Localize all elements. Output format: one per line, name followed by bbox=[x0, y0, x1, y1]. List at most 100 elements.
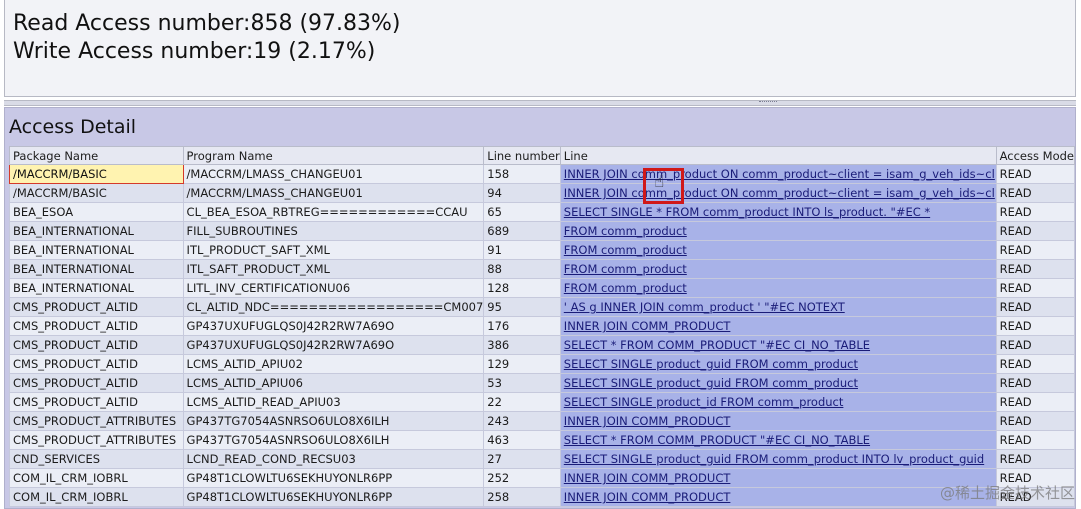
table-row[interactable]: CMS_PRODUCT_ALTID GP437UXUFUGLQS0J42R2RW7… bbox=[9, 335, 1076, 355]
table-row[interactable]: CMS_PRODUCT_ALTID LCMS_ALTID_APIU06 53 SELE… bbox=[9, 373, 1076, 393]
table-row[interactable]: /MACCRM/BASIC/MACCRM/LMASS_CHANGEU01 94 IN… bbox=[9, 183, 1076, 203]
cell-program-name[interactable]: LCMS_ALTID_APIU02 bbox=[182, 354, 485, 374]
cell-program-name[interactable]: LCND_READ_COND_RECSU03 bbox=[182, 449, 485, 469]
cell-line[interactable]: SELECT SINGLE product_id FROM comm_produ… bbox=[559, 392, 997, 412]
line-source-link[interactable]: ' AS g INNER JOIN comm_product ' "#EC NO… bbox=[564, 300, 845, 314]
cell-line[interactable]: ' AS g INNER JOIN comm_product ' "#EC NO… bbox=[559, 297, 997, 317]
cell-line[interactable]: FROM comm_product bbox=[559, 278, 997, 298]
cell-line-number[interactable]: 128 bbox=[483, 278, 561, 298]
cell-package-name[interactable]: /MACCRM/BASIC bbox=[9, 164, 184, 184]
cell-access-mode[interactable]: READ bbox=[995, 278, 1076, 298]
line-source-link[interactable]: SELECT * FROM COMM_PRODUCT "#EC CI_NO_TA… bbox=[564, 433, 870, 447]
cell-access-mode[interactable]: READ bbox=[995, 354, 1076, 374]
column-header-access-mode[interactable]: Access Mode bbox=[995, 146, 1076, 165]
table-row[interactable]: CMS_PRODUCT_ALTID LCMS_ALTID_APIU02 129 SEL… bbox=[9, 354, 1076, 374]
cell-line-number[interactable]: 243 bbox=[483, 411, 561, 431]
table-row[interactable]: BEA_INTERNATIONAL LITL_INV_CERTIFICATIONU… bbox=[9, 278, 1076, 298]
cell-access-mode[interactable]: READ bbox=[995, 449, 1076, 469]
line-source-link[interactable]: FROM comm_product bbox=[564, 262, 687, 276]
table-row[interactable]: CMS_PRODUCT_ALTID GP437UXUFUGLQS0J42R2RW7… bbox=[9, 316, 1076, 336]
cell-program-name[interactable]: GP437TG7054ASNRSO6ULO8X6ILH bbox=[182, 411, 485, 431]
cell-line-number[interactable]: 689 bbox=[483, 221, 561, 241]
line-source-link[interactable]: INNER JOIN comm_product ON comm_product~… bbox=[564, 186, 995, 200]
cell-line-number[interactable]: 176 bbox=[483, 316, 561, 336]
cell-program-name[interactable]: ITL_PRODUCT_SAFT_XML bbox=[182, 240, 485, 260]
cell-package-name[interactable]: COM_IL_CRM_IOBRL bbox=[9, 468, 184, 488]
cell-line[interactable]: INNER JOIN COMM_PRODUCT bbox=[559, 468, 997, 488]
table-row[interactable]: CND_SERVICES LCND_READ_COND_RECSU03 27 SELE… bbox=[9, 449, 1076, 469]
cell-package-name[interactable]: CMS_PRODUCT_ALTID bbox=[9, 373, 184, 393]
cell-access-mode[interactable]: READ bbox=[995, 240, 1076, 260]
cell-line-number[interactable]: 258 bbox=[483, 487, 561, 507]
cell-program-name[interactable]: CL_BEA_ESOA_RBTREG============CCAU bbox=[182, 202, 485, 222]
cell-access-mode[interactable]: READ bbox=[995, 373, 1076, 393]
cell-line-number[interactable]: 53 bbox=[483, 373, 561, 393]
cell-package-name[interactable]: BEA_INTERNATIONAL bbox=[9, 221, 184, 241]
line-source-link[interactable]: SELECT SINGLE product_guid FROM comm_pro… bbox=[564, 357, 858, 371]
cell-line[interactable]: INNER JOIN comm_product ON comm_product~… bbox=[559, 183, 997, 203]
table-row[interactable]: CMS_PRODUCT_ATTRIBUTES GP437TG7054ASNRSO6… bbox=[9, 430, 1076, 450]
line-source-link[interactable]: FROM comm_product bbox=[564, 224, 687, 238]
cell-line-number[interactable]: 129 bbox=[483, 354, 561, 374]
line-source-link[interactable]: INNER JOIN COMM_PRODUCT bbox=[564, 319, 731, 333]
line-source-link[interactable]: SELECT SINGLE * FROM comm_product INTO l… bbox=[564, 205, 930, 219]
cell-package-name[interactable]: CMS_PRODUCT_ALTID bbox=[9, 297, 184, 317]
cell-program-name[interactable]: GP437UXUFUGLQS0J42R2RW7A69O bbox=[182, 316, 485, 336]
line-source-link[interactable]: FROM comm_product bbox=[564, 243, 687, 257]
cell-line-number[interactable]: 22 bbox=[483, 392, 561, 412]
cell-line[interactable]: INNER JOIN COMM_PRODUCT bbox=[559, 487, 997, 507]
cell-package-name[interactable]: /MACCRM/BASIC bbox=[9, 183, 184, 203]
table-row[interactable]: COM_IL_CRM_IOBRL GP48T1CLOWLTU6SEKHUYONLR… bbox=[9, 468, 1076, 488]
cell-access-mode[interactable]: READ bbox=[995, 392, 1076, 412]
table-row[interactable]: BEA_INTERNATIONAL FILL_SUBROUTINES 689 FROM… bbox=[9, 221, 1076, 241]
cell-line-number[interactable]: 88 bbox=[483, 259, 561, 279]
cell-program-name[interactable]: LCMS_ALTID_READ_APIU03 bbox=[182, 392, 485, 412]
line-source-link[interactable]: FROM comm_product bbox=[564, 281, 687, 295]
cell-package-name[interactable]: CMS_PRODUCT_ALTID bbox=[9, 354, 184, 374]
cell-access-mode[interactable]: READ bbox=[995, 297, 1076, 317]
cell-line-number[interactable]: 463 bbox=[483, 430, 561, 450]
panel-splitter[interactable] bbox=[4, 100, 1076, 106]
cell-line[interactable]: SELECT SINGLE product_guid FROM comm_pro… bbox=[559, 449, 997, 469]
column-header-package-name[interactable]: Package Name bbox=[9, 146, 184, 165]
cell-line[interactable]: SELECT * FROM COMM_PRODUCT "#EC CI_NO_TA… bbox=[559, 335, 997, 355]
line-source-link[interactable]: INNER JOIN COMM_PRODUCT bbox=[564, 490, 731, 504]
cell-line[interactable]: SELECT * FROM COMM_PRODUCT "#EC CI_NO_TA… bbox=[559, 430, 997, 450]
cell-program-name[interactable]: GP48T1CLOWLTU6SEKHUYONLR6PP bbox=[182, 468, 485, 488]
table-row[interactable]: /MACCRM/BASIC/MACCRM/LMASS_CHANGEU01 158 I… bbox=[9, 164, 1076, 184]
cell-line[interactable]: INNER JOIN comm_product ON comm_product~… bbox=[559, 164, 997, 184]
cell-package-name[interactable]: CMS_PRODUCT_ALTID bbox=[9, 392, 184, 412]
cell-access-mode[interactable]: READ bbox=[995, 316, 1076, 336]
cell-line-number[interactable]: 386 bbox=[483, 335, 561, 355]
column-header-line-number[interactable]: Line number bbox=[483, 146, 561, 165]
cell-line[interactable]: INNER JOIN COMM_PRODUCT bbox=[559, 316, 997, 336]
table-row[interactable]: COM_IL_CRM_IOBRL GP48T1CLOWLTU6SEKHUYONLR… bbox=[9, 487, 1076, 507]
line-source-link[interactable]: SELECT SINGLE product_guid FROM comm_pro… bbox=[564, 376, 858, 390]
cell-line[interactable]: FROM comm_product bbox=[559, 240, 997, 260]
cell-program-name[interactable]: LCMS_ALTID_APIU06 bbox=[182, 373, 485, 393]
cell-line-number[interactable]: 252 bbox=[483, 468, 561, 488]
cell-line[interactable]: SELECT SINGLE * FROM comm_product INTO l… bbox=[559, 202, 997, 222]
column-header-line[interactable]: Line bbox=[559, 146, 997, 165]
line-source-link[interactable]: INNER JOIN COMM_PRODUCT bbox=[564, 471, 731, 485]
cell-access-mode[interactable]: READ bbox=[995, 411, 1076, 431]
cell-access-mode[interactable]: READ bbox=[995, 430, 1076, 450]
table-row[interactable]: BEA_INTERNATIONAL ITL_PRODUCT_SAFT_XML 91 F… bbox=[9, 240, 1076, 260]
cell-program-name[interactable]: GP437TG7054ASNRSO6ULO8X6ILH bbox=[182, 430, 485, 450]
cell-access-mode[interactable]: READ bbox=[995, 183, 1076, 203]
cell-package-name[interactable]: BEA_INTERNATIONAL bbox=[9, 240, 184, 260]
cell-line[interactable]: INNER JOIN COMM_PRODUCT bbox=[559, 411, 997, 431]
table-row[interactable]: BEA_INTERNATIONAL ITL_SAFT_PRODUCT_XML 88 F… bbox=[9, 259, 1076, 279]
cell-package-name[interactable]: CMS_PRODUCT_ALTID bbox=[9, 316, 184, 336]
table-row[interactable]: BEA_ESOA CL_BEA_ESOA_RBTREG============CC… bbox=[9, 202, 1076, 222]
cell-line-number[interactable]: 158 bbox=[483, 164, 561, 184]
cell-program-name[interactable]: FILL_SUBROUTINES bbox=[182, 221, 485, 241]
line-source-link[interactable]: INNER JOIN comm_product ON comm_product~… bbox=[564, 167, 995, 181]
cell-line-number[interactable]: 95 bbox=[483, 297, 561, 317]
table-row[interactable]: CMS_PRODUCT_ATTRIBUTES GP437TG7054ASNRSO6… bbox=[9, 411, 1076, 431]
cell-line[interactable]: SELECT SINGLE product_guid FROM comm_pro… bbox=[559, 373, 997, 393]
line-source-link[interactable]: SELECT SINGLE product_id FROM comm_produ… bbox=[564, 395, 844, 409]
splitter-grip-icon[interactable] bbox=[759, 101, 777, 106]
cell-line[interactable]: SELECT SINGLE product_guid FROM comm_pro… bbox=[559, 354, 997, 374]
cell-access-mode[interactable]: READ bbox=[995, 221, 1076, 241]
